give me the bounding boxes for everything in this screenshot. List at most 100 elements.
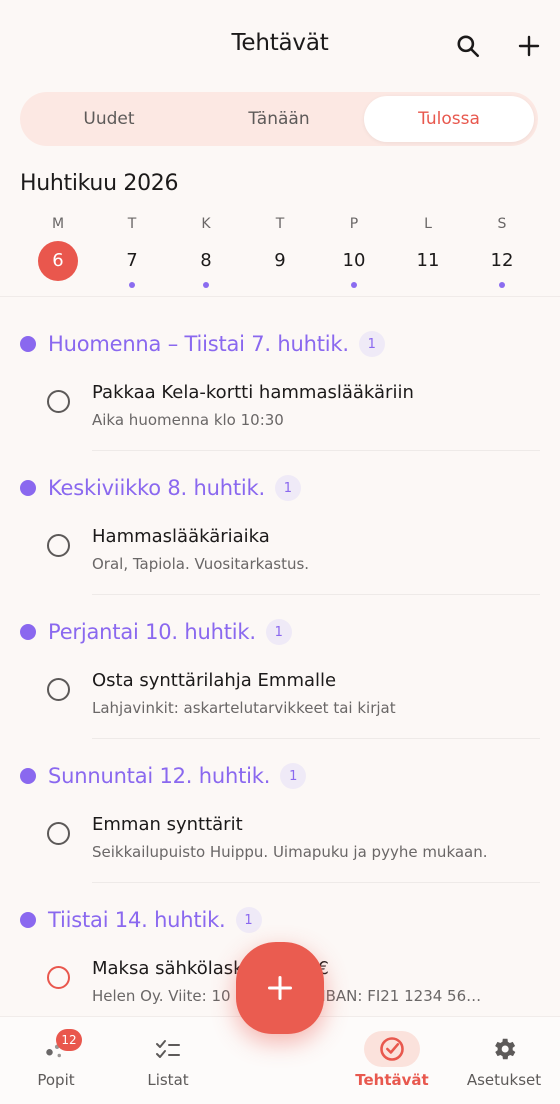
- event-dot: [499, 282, 505, 288]
- weekday-letter: K: [201, 216, 211, 232]
- tabbar-label: Listat: [147, 1071, 189, 1089]
- month-label: Huhtikuu 2026: [20, 171, 179, 196]
- day-group: Huomenna – Tiistai 7. huhtik. 1 Pakkaa K…: [0, 318, 560, 462]
- group-count-badge: 1: [358, 331, 385, 357]
- divider: [92, 738, 540, 739]
- segmented-tabs: Uudet Tänään Tulossa: [20, 92, 538, 146]
- tabbar-item-asetukset[interactable]: Asetukset: [448, 1017, 560, 1104]
- weekday-letter: T: [127, 216, 137, 232]
- search-button[interactable]: [450, 28, 486, 64]
- event-dot: [351, 282, 357, 288]
- tab-icon-wrap: [364, 1031, 420, 1067]
- divider: [92, 882, 540, 883]
- tabbar-item-tehtavat[interactable]: Tehtävät: [336, 1017, 448, 1104]
- group-title: Tiistai 14. huhtik.: [48, 908, 226, 932]
- task-title: Emman synttärit: [92, 814, 243, 835]
- tabbar-item-listat[interactable]: Listat: [112, 1017, 224, 1104]
- task-list: Huomenna – Tiistai 7. huhtik. 1 Pakkaa K…: [0, 318, 560, 1038]
- day-group: Perjantai 10. huhtik. 1 Osta synttärilah…: [0, 606, 560, 750]
- task-item[interactable]: Emman synttärit Seikkailupuisto Huippu. …: [0, 808, 560, 883]
- calendar-day[interactable]: L 11: [398, 212, 458, 281]
- task-subtitle: Lahjavinkit: askartelutarvikkeet tai kir…: [92, 699, 396, 717]
- weekday-letter: S: [497, 216, 507, 232]
- task-title: Hammaslääkäriaika: [92, 526, 270, 547]
- calendar-day[interactable]: M 6: [28, 212, 88, 281]
- weekday-letter: P: [349, 216, 359, 232]
- tabbar-label: Popit: [37, 1071, 75, 1089]
- divider: [92, 594, 540, 595]
- gear-icon: [495, 1038, 516, 1060]
- group-header: Huomenna – Tiistai 7. huhtik. 1: [20, 330, 385, 358]
- group-count-badge: 1: [274, 475, 301, 501]
- event-dot: [203, 282, 209, 288]
- calendar-day[interactable]: P 10: [324, 212, 384, 288]
- calendar-day[interactable]: S 12: [472, 212, 532, 288]
- calendar-day[interactable]: K 8: [176, 212, 236, 288]
- divider: [92, 450, 540, 451]
- group-dot: [20, 480, 36, 496]
- plus-icon: [518, 35, 540, 57]
- tab-icon-wrap: [476, 1031, 532, 1067]
- add-task-button[interactable]: [511, 28, 547, 64]
- group-title: Perjantai 10. huhtik.: [48, 620, 256, 644]
- weekday-letter: T: [275, 216, 285, 232]
- task-checkbox[interactable]: [47, 390, 70, 413]
- calendar-day[interactable]: T 9: [250, 212, 310, 281]
- checklist-icon: [156, 1040, 180, 1058]
- event-dot: [129, 282, 135, 288]
- day-number: 11: [416, 250, 440, 271]
- tabbar-label: Tehtävät: [355, 1071, 429, 1089]
- tabbar-item-popit[interactable]: 12 Popit: [0, 1017, 112, 1104]
- weekday-letter: M: [51, 216, 65, 232]
- search-icon: [457, 35, 480, 58]
- task-checkbox[interactable]: [47, 534, 70, 557]
- day-group: Sunnuntai 12. huhtik. 1 Emman synttärit …: [0, 750, 560, 894]
- group-header: Perjantai 10. huhtik. 1: [20, 618, 292, 646]
- notification-badge: 12: [56, 1029, 82, 1051]
- group-dot: [20, 768, 36, 784]
- group-dot: [20, 912, 36, 928]
- tab-icon-wrap: [140, 1031, 196, 1067]
- tab-tanaan[interactable]: Tänään: [194, 96, 364, 142]
- divider: [0, 296, 560, 297]
- top-bar: Tehtävät: [0, 0, 560, 90]
- week-strip: M 6 T 7 K 8 T 9 P 10 L 11 S 12: [20, 212, 540, 294]
- group-count-badge: 1: [265, 619, 292, 645]
- day-number: 10: [342, 250, 366, 271]
- group-dot: [20, 624, 36, 640]
- group-title: Sunnuntai 12. huhtik.: [48, 764, 271, 788]
- check-circle-icon: [380, 1037, 404, 1061]
- group-count-badge: 1: [235, 907, 262, 933]
- task-checkbox[interactable]: [47, 966, 70, 989]
- task-subtitle: Aika huomenna klo 10:30: [92, 411, 284, 429]
- group-header: Keskiviikko 8. huhtik. 1: [20, 474, 301, 502]
- task-title: Pakkaa Kela-kortti hammaslääkäriin: [92, 382, 414, 403]
- task-item[interactable]: Osta synttärilahja Emmalle Lahjavinkit: …: [0, 664, 560, 739]
- plus-icon: [267, 975, 293, 1001]
- tab-uudet[interactable]: Uudet: [24, 96, 194, 142]
- calendar-day[interactable]: T 7: [102, 212, 162, 288]
- day-number: 8: [200, 250, 212, 271]
- group-header: Sunnuntai 12. huhtik. 1: [20, 762, 307, 790]
- group-header: Tiistai 14. huhtik. 1: [20, 906, 262, 934]
- task-checkbox[interactable]: [47, 678, 70, 701]
- day-number: 12: [490, 250, 514, 271]
- weekday-letter: L: [424, 216, 432, 232]
- group-title: Huomenna – Tiistai 7. huhtik.: [48, 332, 349, 356]
- task-item[interactable]: Pakkaa Kela-kortti hammaslääkäriin Aika …: [0, 376, 560, 451]
- task-subtitle: Oral, Tapiola. Vuositarkastus.: [92, 555, 310, 573]
- group-dot: [20, 336, 36, 352]
- group-count-badge: 1: [280, 763, 307, 789]
- task-title: Osta synttärilahja Emmalle: [92, 670, 337, 691]
- tabbar-label: Asetukset: [466, 1071, 542, 1089]
- task-subtitle: Seikkailupuisto Huippu. Uimapuku ja pyyh…: [92, 843, 488, 861]
- tab-tulossa[interactable]: Tulossa: [364, 96, 534, 142]
- day-number: 9: [274, 250, 286, 271]
- task-checkbox[interactable]: [47, 822, 70, 845]
- day-number: 7: [126, 250, 138, 271]
- task-item[interactable]: Hammaslääkäriaika Oral, Tapiola. Vuosita…: [0, 520, 560, 595]
- day-number: 6: [38, 241, 78, 281]
- group-title: Keskiviikko 8. huhtik.: [48, 476, 265, 500]
- fab-add-button[interactable]: [236, 942, 324, 1034]
- day-group: Keskiviikko 8. huhtik. 1 Hammaslääkäriai…: [0, 462, 560, 606]
